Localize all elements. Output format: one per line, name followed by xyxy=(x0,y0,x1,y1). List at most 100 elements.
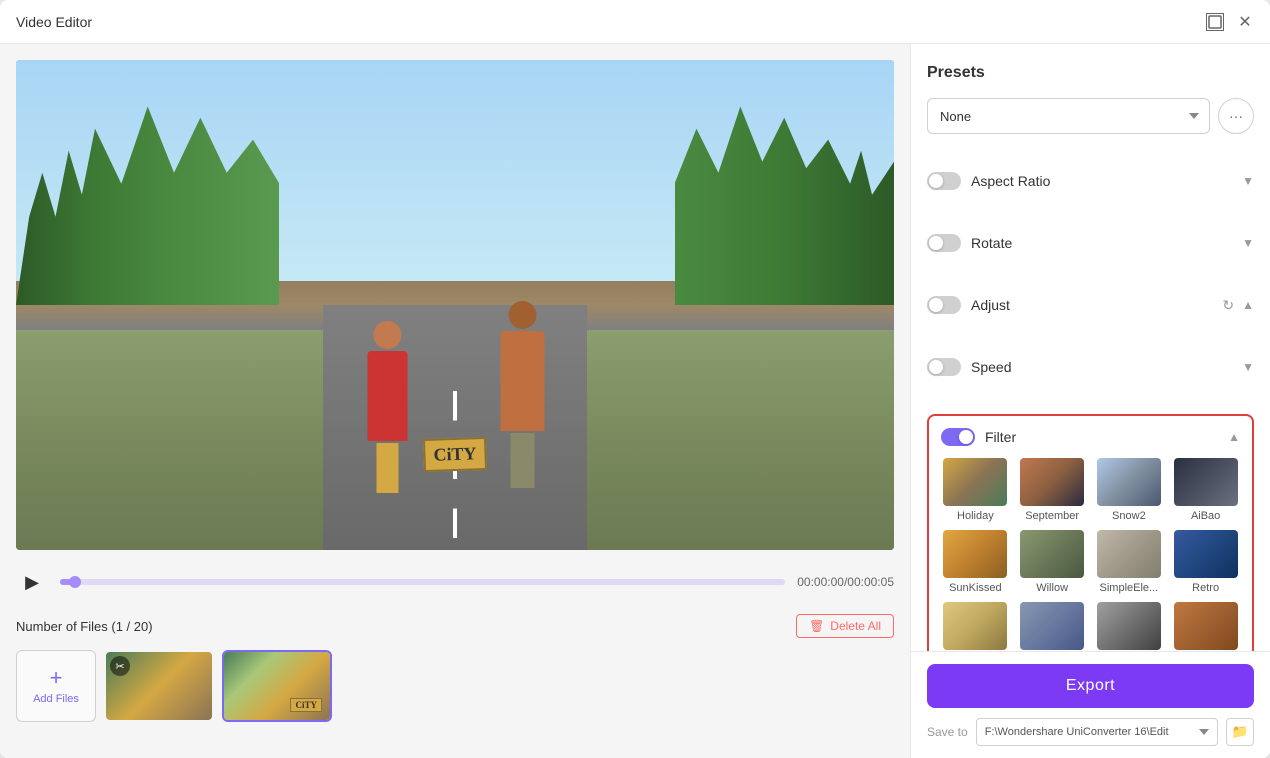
time-display: 00:00:00/00:00:05 xyxy=(797,575,894,589)
toggle-knob xyxy=(929,174,943,188)
filter-label: Filter xyxy=(985,429,1016,445)
presets-select[interactable]: None xyxy=(927,98,1210,134)
filter-label-snow2: Snow2 xyxy=(1112,510,1146,522)
filter-label-retro: Retro xyxy=(1192,582,1219,594)
filter-thumb-simpleele xyxy=(1097,530,1161,578)
toggle-knob-filter xyxy=(959,430,973,444)
speed-label: Speed xyxy=(971,359,1011,375)
section-left: Aspect Ratio xyxy=(927,172,1050,190)
person1 xyxy=(357,321,417,501)
minimize-button[interactable] xyxy=(1206,13,1224,31)
thumbnails-row: + Add Files ✂ CiTY xyxy=(16,650,894,722)
aspect-ratio-row[interactable]: Aspect Ratio ▼ xyxy=(927,166,1254,196)
filter-item-sunkissed[interactable]: SunKissed xyxy=(941,530,1010,594)
adjust-toggle[interactable] xyxy=(927,296,961,314)
filter-item-retro[interactable]: Retro xyxy=(1171,530,1240,594)
filter-thumb-glow xyxy=(943,602,1007,650)
filter-item-snow2[interactable]: Snow2 xyxy=(1095,458,1164,522)
filter-header: Filter ▲ xyxy=(941,428,1240,446)
right-panel: Presets None ··· xyxy=(910,44,1270,758)
presets-section: Presets xyxy=(927,64,1254,82)
close-button[interactable]: ✕ xyxy=(1236,13,1254,31)
export-button[interactable]: Export xyxy=(927,664,1254,708)
window-title: Video Editor xyxy=(16,14,92,30)
rotate-toggle[interactable] xyxy=(927,234,961,252)
filter-thumb-aibao xyxy=(1174,458,1238,506)
speed-toggle[interactable] xyxy=(927,358,961,376)
play-icon: ▶ xyxy=(25,572,39,593)
filter-thumb-raindrop xyxy=(1020,602,1084,650)
presets-row: None ··· xyxy=(927,98,1254,134)
delete-all-button[interactable]: 🗑 Delete All xyxy=(796,614,894,638)
folder-icon: 📁 xyxy=(1232,724,1249,740)
play-button[interactable]: ▶ xyxy=(16,566,48,598)
filter-item-raindrop[interactable]: RainDrop xyxy=(1018,602,1087,651)
section-left-speed: Speed xyxy=(927,358,1011,376)
filter-item-simpleele[interactable]: SimpleEle... xyxy=(1095,530,1164,594)
files-label: Number of Files (1 / 20) xyxy=(16,619,153,634)
adjust-row[interactable]: Adjust ↻ ▲ xyxy=(927,290,1254,320)
filter-section: Filter ▲ Holiday September Snow2 AiBao SunKi… xyxy=(927,414,1254,651)
refresh-icon[interactable]: ↻ xyxy=(1222,297,1234,314)
toggle-knob-speed xyxy=(929,360,943,374)
playback-controls: ▶ 00:00:00/00:00:05 xyxy=(16,562,894,602)
video-scene: CiTY xyxy=(16,60,894,550)
more-options-button[interactable]: ··· xyxy=(1218,98,1254,134)
rotate-chevron: ▼ xyxy=(1242,236,1254,250)
section-left-adjust: Adjust xyxy=(927,296,1010,314)
main-window: Video Editor ✕ xyxy=(0,0,1270,758)
delete-all-label: Delete All xyxy=(830,619,881,633)
rotate-label: Rotate xyxy=(971,235,1012,251)
save-path-select[interactable]: F:\Wondershare UniConverter 16\Edit xyxy=(976,718,1218,746)
filter-label-september: September xyxy=(1025,510,1079,522)
filter-thumb-bwnoise xyxy=(1097,602,1161,650)
filter-thumb-fuzzy xyxy=(1174,602,1238,650)
title-bar: Video Editor ✕ xyxy=(0,0,1270,44)
thumbnail-sign: CiTY xyxy=(290,698,322,712)
filter-item-fuzzy[interactable]: Fuzzy xyxy=(1171,602,1240,651)
presets-label: Presets xyxy=(927,64,1254,82)
filter-grid: Holiday September Snow2 AiBao SunKissed Willo… xyxy=(941,458,1240,651)
filter-item-glow[interactable]: Glow xyxy=(941,602,1010,651)
add-files-label: Add Files xyxy=(33,693,79,705)
panel-inner: Presets None ··· xyxy=(911,44,1270,651)
thumbnail-item-active[interactable]: CiTY xyxy=(222,650,332,722)
filter-label-sunkissed: SunKissed xyxy=(949,582,1002,594)
main-content: CiTY ▶ xyxy=(0,44,1270,758)
speed-chevron: ▼ xyxy=(1242,360,1254,374)
filter-item-aibao[interactable]: AiBao xyxy=(1171,458,1240,522)
filter-thumb-willow xyxy=(1020,530,1084,578)
filter-toggle[interactable] xyxy=(941,428,975,446)
rotate-row[interactable]: Rotate ▼ xyxy=(927,228,1254,258)
filter-label-simpleele: SimpleEle... xyxy=(1100,582,1159,594)
person2 xyxy=(493,301,553,501)
filter-label-willow: Willow xyxy=(1036,582,1068,594)
person-group: CiTY xyxy=(357,301,552,501)
save-to-label: Save to xyxy=(927,725,968,739)
filter-thumb-sunkissed xyxy=(943,530,1007,578)
folder-button[interactable]: 📁 xyxy=(1226,718,1254,746)
speed-row[interactable]: Speed ▼ xyxy=(927,352,1254,382)
trash-icon: 🗑 xyxy=(809,619,824,633)
add-files-button[interactable]: + Add Files xyxy=(16,650,96,722)
section-left-rotate: Rotate xyxy=(927,234,1012,252)
filter-item-september[interactable]: September xyxy=(1018,458,1087,522)
city-sign: CiTY xyxy=(423,437,487,472)
filter-thumb-retro xyxy=(1174,530,1238,578)
thumbnail-bg-active: CiTY xyxy=(224,652,330,720)
toggle-knob-adjust xyxy=(929,298,943,312)
aspect-ratio-toggle[interactable] xyxy=(927,172,961,190)
more-icon: ··· xyxy=(1229,108,1243,124)
filter-item-bwnoise[interactable]: BW_Noise xyxy=(1095,602,1164,651)
thumbnail-item[interactable]: ✂ xyxy=(104,650,214,722)
filter-item-holiday[interactable]: Holiday xyxy=(941,458,1010,522)
filter-thumb-holiday xyxy=(943,458,1007,506)
save-to-row: Save to F:\Wondershare UniConverter 16\E… xyxy=(927,718,1254,746)
progress-thumb xyxy=(69,576,81,588)
filter-chevron[interactable]: ▲ xyxy=(1228,430,1240,444)
section-right-adjust: ↻ ▲ xyxy=(1222,297,1254,314)
thumbnail-bg: ✂ xyxy=(106,652,212,720)
filter-header-left: Filter xyxy=(941,428,1016,446)
filter-item-willow[interactable]: Willow xyxy=(1018,530,1087,594)
progress-bar[interactable] xyxy=(60,579,785,585)
